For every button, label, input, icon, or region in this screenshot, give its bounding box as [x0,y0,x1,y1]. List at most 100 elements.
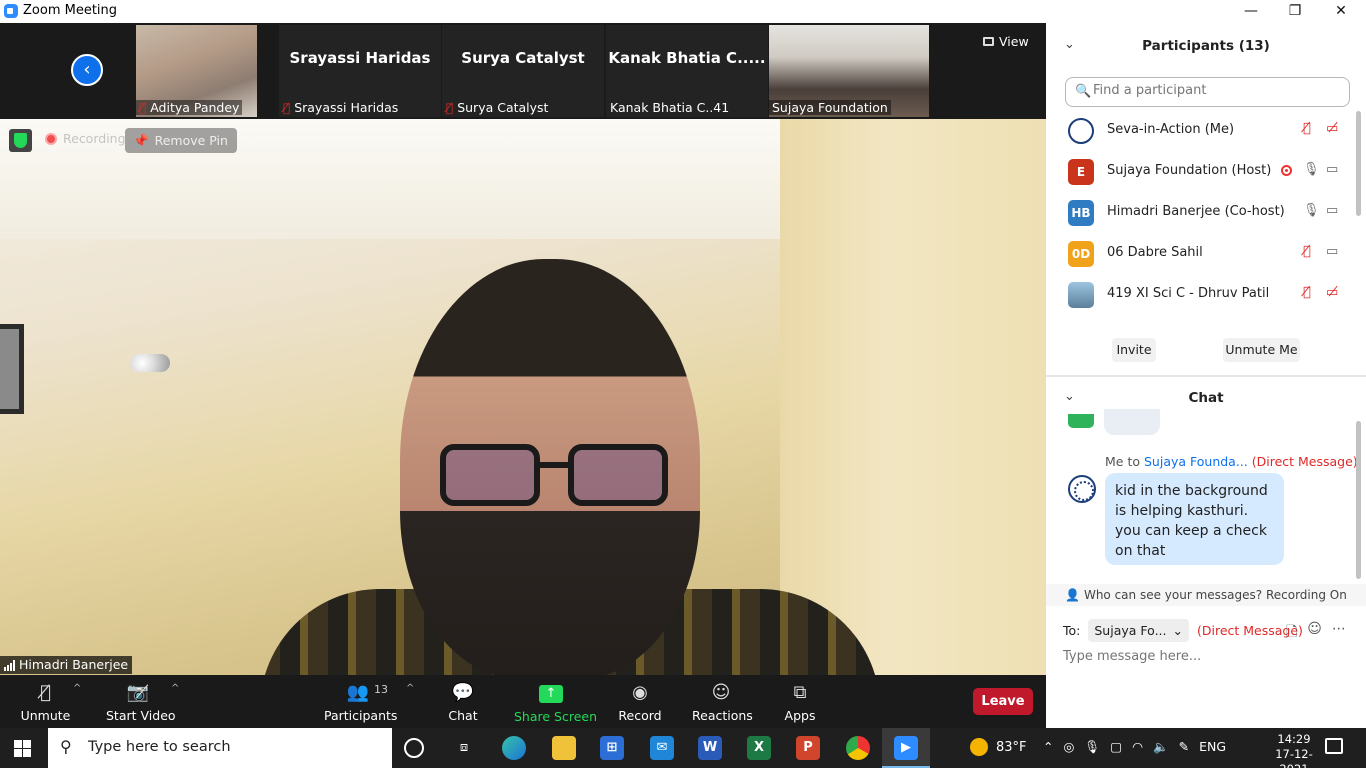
remove-pin-button[interactable]: 📌 Remove Pin [125,128,237,153]
weather-widget[interactable]: 83°F [970,738,1027,756]
chat-bubble-icon: 💬 [451,682,475,703]
wall-frame [0,324,24,414]
thumbnail-name: Srayassi Haridas [289,49,431,67]
recording-indicator[interactable]: Recording [45,131,126,146]
windows-start-icon[interactable] [14,740,31,757]
system-tray: ⌃ ◎ 🎙 ▢ ◠ 🔈 ✎ ENG [1043,739,1226,755]
participant-row-seva-in-action[interactable]: Seva-in-Action (Me) 🎙̸ ▭̸ [1046,111,1356,151]
chrome-icon[interactable] [846,736,870,760]
cortana-icon[interactable] [404,738,424,758]
close-button[interactable]: ✕ [1318,0,1364,23]
excel-icon[interactable]: X [747,736,771,760]
participant-row-dhruv-patil[interactable]: 419 XI Sci C - Dhruv Patil 🎙̸ ▭̸ [1046,275,1356,315]
edge-browser-icon[interactable] [502,736,526,760]
mic-muted-icon[interactable]: 🎙̸ [1303,121,1311,136]
previous-page-button[interactable]: ‹ [71,54,103,86]
mic-muted-icon[interactable]: 🎙̸ [1303,285,1311,300]
thumbnail-label: 🎙̸ Srayassi Haridas [283,100,399,115]
video-options-caret[interactable]: ^ [171,683,179,694]
file-explorer-icon[interactable] [552,736,576,760]
word-icon[interactable]: W [698,736,722,760]
audio-options-caret[interactable]: ^ [73,683,81,694]
chat-scrollbar[interactable] [1356,421,1361,579]
message-recipient-link[interactable]: Sujaya Founda... [1144,454,1248,469]
chat-title: Chat [1188,390,1224,406]
chevron-left-icon: ‹ [83,59,91,80]
mic-icon[interactable]: 🎙 [1303,162,1320,177]
encryption-shield-icon[interactable] [9,129,32,152]
gallery-grid-icon [983,37,994,46]
chat-button[interactable]: 💬 Chat [446,679,480,723]
recipient-dropdown[interactable]: Sujaya Fo... ⌄ [1088,619,1189,642]
video-icon[interactable]: ▭ [1326,203,1338,218]
restore-button[interactable]: ❐ [1272,0,1318,23]
video-icon[interactable]: ▭ [1326,162,1338,177]
chevron-up-icon[interactable]: ⌃ [1043,739,1053,755]
recording-icon [1281,165,1292,176]
minimize-button[interactable]: — [1228,0,1274,23]
mic-muted-icon: 🎙̸ [446,100,454,115]
participant-search[interactable]: 🔍 [1065,77,1350,107]
chat-recipient-row: To: Sujaya Fo... ⌄ (Direct Message) [1063,619,1303,642]
mic-tray-icon[interactable]: 🎙 [1084,739,1100,755]
thumbnail-sujaya-foundation[interactable]: Sujaya Foundation [769,25,929,117]
volume-icon[interactable]: 🔈 [1153,739,1169,755]
thumbnail-name: Surya Catalyst [461,49,585,67]
thumbnail-kanak-bhatia[interactable]: Kanak Bhatia C..... Kanak Bhatia C..41 [606,25,768,117]
network-tray-icon[interactable]: ▢ [1110,739,1122,755]
share-screen-button[interactable]: ↑ Share Screen [514,679,597,724]
clock[interactable]: 14:29 17-12-2021 [1264,732,1324,768]
thumbnail-srayassi-haridas[interactable]: Srayassi Haridas 🎙̸ Srayassi Haridas [279,25,441,117]
participants-count-badge: 13 [374,683,388,696]
video-off-icon[interactable]: ▭̸ [1326,121,1338,136]
chevron-down-icon: ⌄ [1172,623,1183,638]
reactions-button[interactable]: ☺ Reactions [692,679,753,723]
mic-muted-icon[interactable]: 🎙̸ [1303,244,1311,259]
thumbnail-label: Sujaya Foundation [769,100,891,115]
record-button[interactable]: ◉ Record [618,679,662,723]
unmute-button[interactable]: 🎙̸ Unmute [18,679,73,723]
speaker-name-tag: Himadri Banerjee [0,656,133,674]
thumbnail-label: Kanak Bhatia C..41 [610,100,730,115]
participant-row-sujaya-foundation[interactable]: E Sujaya Foundation (Host) 🎙 ▭ [1046,152,1356,192]
mic-icon[interactable]: 🎙 [1303,203,1320,218]
unmute-me-button[interactable]: Unmute Me [1223,338,1300,362]
participant-row-dabre-sahil[interactable]: 0D 06 Dabre Sahil 🎙̸ ▭ [1046,234,1356,274]
window-title: Zoom Meeting [23,3,118,18]
record-dot-icon [45,132,57,145]
file-icon[interactable]: 🗋 [1286,621,1297,645]
who-can-see-messages-link[interactable]: 👤 Who can see your messages? Recording O… [1046,584,1366,606]
person-icon: 👤 [1065,588,1081,602]
chat-message-bubble[interactable]: kid in the background is helping kasthur… [1105,473,1284,565]
video-icon[interactable]: ▭ [1326,244,1338,259]
participants-options-caret[interactable]: ^ [406,683,414,694]
apps-button[interactable]: ⧉ Apps [784,679,816,723]
thumbnail-surya-catalyst[interactable]: Surya Catalyst 🎙̸ Surya Catalyst [442,25,604,117]
zoom-taskbar-icon[interactable]: ▶ [894,736,918,760]
participant-search-input[interactable] [1093,83,1333,98]
more-options-icon[interactable]: ⋯ [1332,621,1346,645]
microsoft-store-icon[interactable]: ⊞ [600,736,624,760]
emoji-icon[interactable]: ☺ [1307,621,1322,645]
invite-button[interactable]: Invite [1112,338,1156,362]
powerpoint-icon[interactable]: P [796,736,820,760]
task-view-icon[interactable]: ⧈ [452,736,476,760]
mic-muted-icon: 🎙̸ [283,100,291,115]
participants-title: Participants (13) [1142,38,1270,54]
participant-row-himadri-banerjee[interactable]: HB Himadri Banerjee (Co-host) 🎙 ▭ [1046,193,1356,233]
chat-message-input[interactable] [1063,649,1353,664]
camera-tray-icon[interactable]: ◎ [1063,739,1074,755]
start-video-button[interactable]: 📷̸ Start Video [106,679,176,723]
thumbnail-aditya-pandey[interactable]: 🎙̸ Aditya Pandey [136,25,257,117]
mail-icon[interactable]: ✉ [650,736,674,760]
taskbar-search-box[interactable]: ⚲ Type here to search [48,728,392,768]
notification-center-icon[interactable] [1325,738,1343,754]
language-indicator[interactable]: ENG [1199,739,1226,755]
view-button[interactable]: View [983,34,1029,49]
pen-icon[interactable]: ✎ [1179,739,1189,755]
wifi-icon[interactable]: ◠ [1132,739,1143,755]
avatar: 0D [1068,241,1094,267]
participants-scrollbar[interactable] [1356,111,1361,216]
leave-button[interactable]: Leave [973,688,1033,715]
video-off-icon[interactable]: ▭̸ [1326,285,1338,300]
